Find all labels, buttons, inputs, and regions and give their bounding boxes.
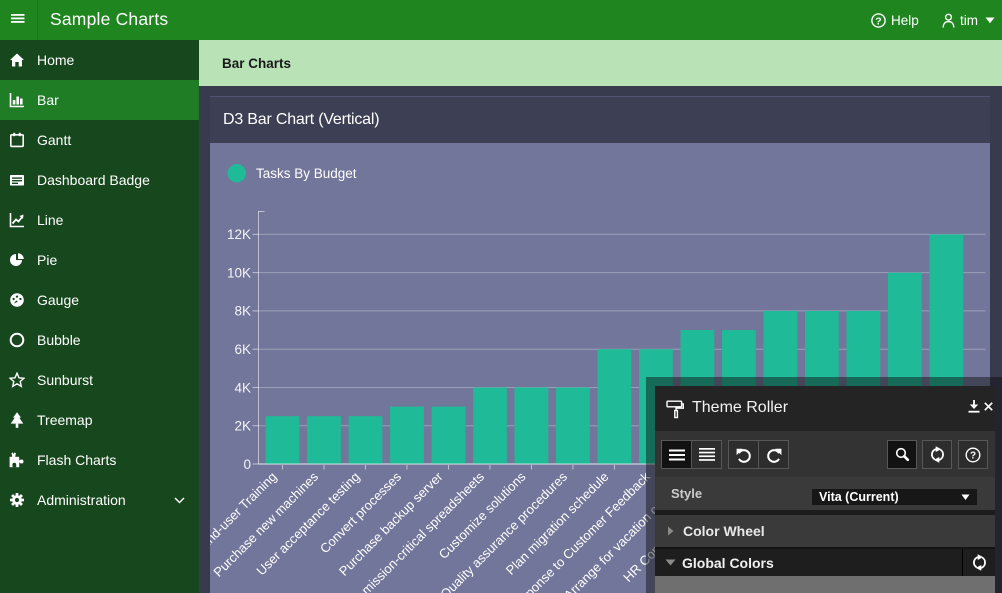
svg-text:2K: 2K [234,419,251,434]
svg-text:10K: 10K [227,265,251,280]
svg-text:?: ? [970,450,976,461]
svg-text:?: ? [875,15,881,27]
svg-text:4K: 4K [234,380,251,395]
svg-text:0: 0 [243,457,251,472]
svg-text:Tasks By Budget: Tasks By Budget [256,166,357,181]
svg-text:6K: 6K [234,342,251,357]
svg-text:8K: 8K [234,304,251,319]
svg-text:12K: 12K [227,227,251,242]
